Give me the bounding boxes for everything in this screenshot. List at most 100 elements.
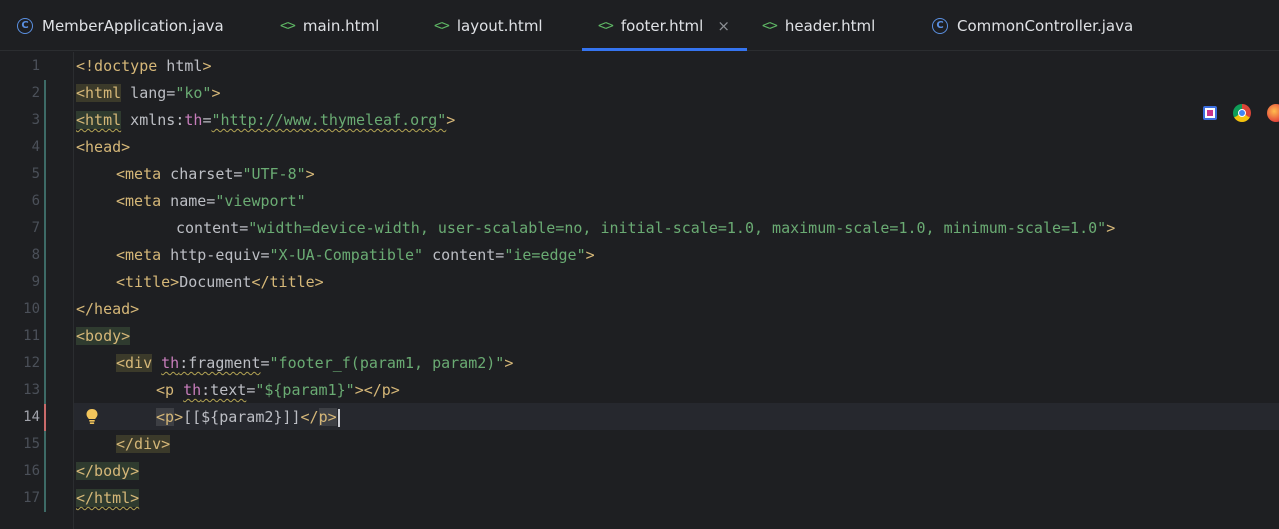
tab-footer-html[interactable]: <> footer.html × (582, 0, 747, 51)
code-line-10: </head> (76, 296, 139, 323)
code-token: [[${param2}]] (183, 408, 301, 426)
code-line-7: content="width=device-width, user-scalab… (176, 215, 1115, 242)
code-editor[interactable]: <!doctype html> <html lang="ko"> <html x… (74, 52, 1279, 529)
line-number: 3 (31, 112, 40, 128)
line-number: 4 (31, 139, 40, 155)
code-line-6: <meta name="viewport" (116, 188, 306, 215)
code-line-9: <title>Document</title> (116, 269, 324, 296)
line-number: 13 (23, 382, 40, 398)
tab-label: main.html (302, 16, 380, 35)
line-number: 1 (31, 58, 40, 74)
code-token: > (585, 246, 595, 264)
code-token: "X-UA-Compatible" (269, 246, 424, 264)
active-tab-indicator (582, 48, 747, 51)
vcs-added-marker[interactable] (44, 188, 46, 296)
ide-window: C MemberApplication.java <> main.html <>… (0, 0, 1279, 529)
code-line-5: <meta charset="UTF-8"> (116, 161, 315, 188)
code-token: > (504, 354, 514, 372)
code-line-15: </div> (116, 431, 171, 458)
code-token: p (318, 408, 328, 426)
tab-label: MemberApplication.java (42, 16, 224, 35)
line-number: 7 (31, 220, 40, 236)
code-token: > (305, 165, 315, 183)
code-line-2: <html lang="ko"> (76, 80, 221, 107)
code-line-16: </body> (76, 458, 140, 485)
code-token: :fragment (179, 354, 261, 372)
java-class-icon: C (932, 17, 948, 34)
code-token: "http://www.thymeleaf.org" (211, 111, 447, 129)
tab-header-html[interactable]: <> header.html (762, 0, 875, 51)
code-line-3: <html xmlns:th="http://www.thymeleaf.org… (76, 107, 455, 134)
line-number: 5 (31, 166, 40, 182)
code-line-12: <div th:fragment="footer_f(param1, param… (116, 350, 513, 377)
html-file-icon: <> (280, 17, 296, 34)
line-number: 16 (23, 463, 40, 479)
code-token: "${param1}" (255, 381, 355, 399)
code-line-13: <p th:text="${param1}"></p> (156, 377, 400, 404)
editor-gutter[interactable]: 1 2 3 4 5 6 7 8 9 10 11 12 13 14 15 16 1… (0, 52, 74, 529)
tab-label: footer.html (620, 16, 704, 35)
code-token: :text (201, 381, 247, 399)
code-token: lang= (121, 84, 176, 102)
code-token: > (446, 111, 456, 129)
code-token: <!doctype (76, 57, 158, 75)
tab-main-html[interactable]: <> main.html (280, 0, 379, 51)
line-number: 8 (31, 247, 40, 263)
code-token: "viewport" (215, 192, 306, 210)
vcs-added-marker[interactable] (44, 80, 46, 188)
firefox-icon[interactable] (1267, 104, 1279, 122)
code-token: xmlns: (121, 111, 185, 129)
code-token: th (161, 354, 180, 372)
code-token: "UTF-8" (242, 165, 306, 183)
code-token: p (165, 408, 175, 426)
chrome-icon[interactable] (1233, 104, 1251, 122)
line-number-current: 14 (23, 409, 40, 425)
code-token: content= (423, 246, 505, 264)
code-token: Document (179, 273, 252, 291)
code-token: <title> (116, 273, 180, 291)
line-number: 12 (23, 355, 40, 371)
code-token: </head> (76, 300, 140, 318)
code-token: <html (76, 111, 122, 129)
code-line-1: <!doctype html> (76, 53, 211, 80)
code-token: <html (76, 84, 122, 102)
tab-label: layout.html (456, 16, 543, 35)
code-token: th (183, 381, 202, 399)
code-token: > (174, 408, 184, 426)
code-token: </title> (251, 273, 324, 291)
code-token: </ (300, 408, 319, 426)
intellij-browser-icon[interactable] (1203, 106, 1217, 120)
tab-layout-html[interactable]: <> layout.html (434, 0, 543, 51)
line-number: 6 (31, 193, 40, 209)
editor-tab-bar: C MemberApplication.java <> main.html <>… (0, 0, 1279, 51)
vcs-modified-marker[interactable] (44, 404, 46, 431)
html-file-icon: <> (434, 17, 450, 34)
code-token: <div (116, 354, 153, 372)
tab-member-application-java[interactable]: C MemberApplication.java (17, 0, 224, 51)
line-number: 11 (23, 328, 40, 344)
line-number: 9 (31, 274, 40, 290)
code-token: http-equiv= (161, 246, 270, 264)
tab-label: CommonController.java (957, 16, 1134, 35)
vcs-added-marker[interactable] (44, 296, 46, 404)
code-token: </div> (116, 435, 171, 453)
line-number: 17 (23, 490, 40, 506)
code-token: < (156, 408, 166, 426)
code-token: "width=device-width, user-scalable=no, i… (248, 219, 1107, 237)
code-token: <meta (116, 246, 162, 264)
code-token: > (1106, 219, 1116, 237)
code-token: "ko" (175, 84, 212, 102)
tab-common-controller-java[interactable]: C CommonController.java (932, 0, 1133, 51)
html-file-icon: <> (598, 17, 614, 34)
code-token: charset= (161, 165, 243, 183)
code-token: </body> (76, 462, 140, 480)
html-file-icon: <> (762, 17, 778, 34)
close-tab-icon[interactable]: × (717, 17, 730, 35)
code-token: <head> (76, 138, 131, 156)
browser-preview-toolbar (1187, 96, 1279, 130)
line-number: 10 (23, 301, 40, 317)
code-token: <p (156, 381, 175, 399)
code-token: "ie=edge" (504, 246, 586, 264)
vcs-added-marker[interactable] (44, 431, 46, 512)
line-number: 2 (31, 85, 40, 101)
